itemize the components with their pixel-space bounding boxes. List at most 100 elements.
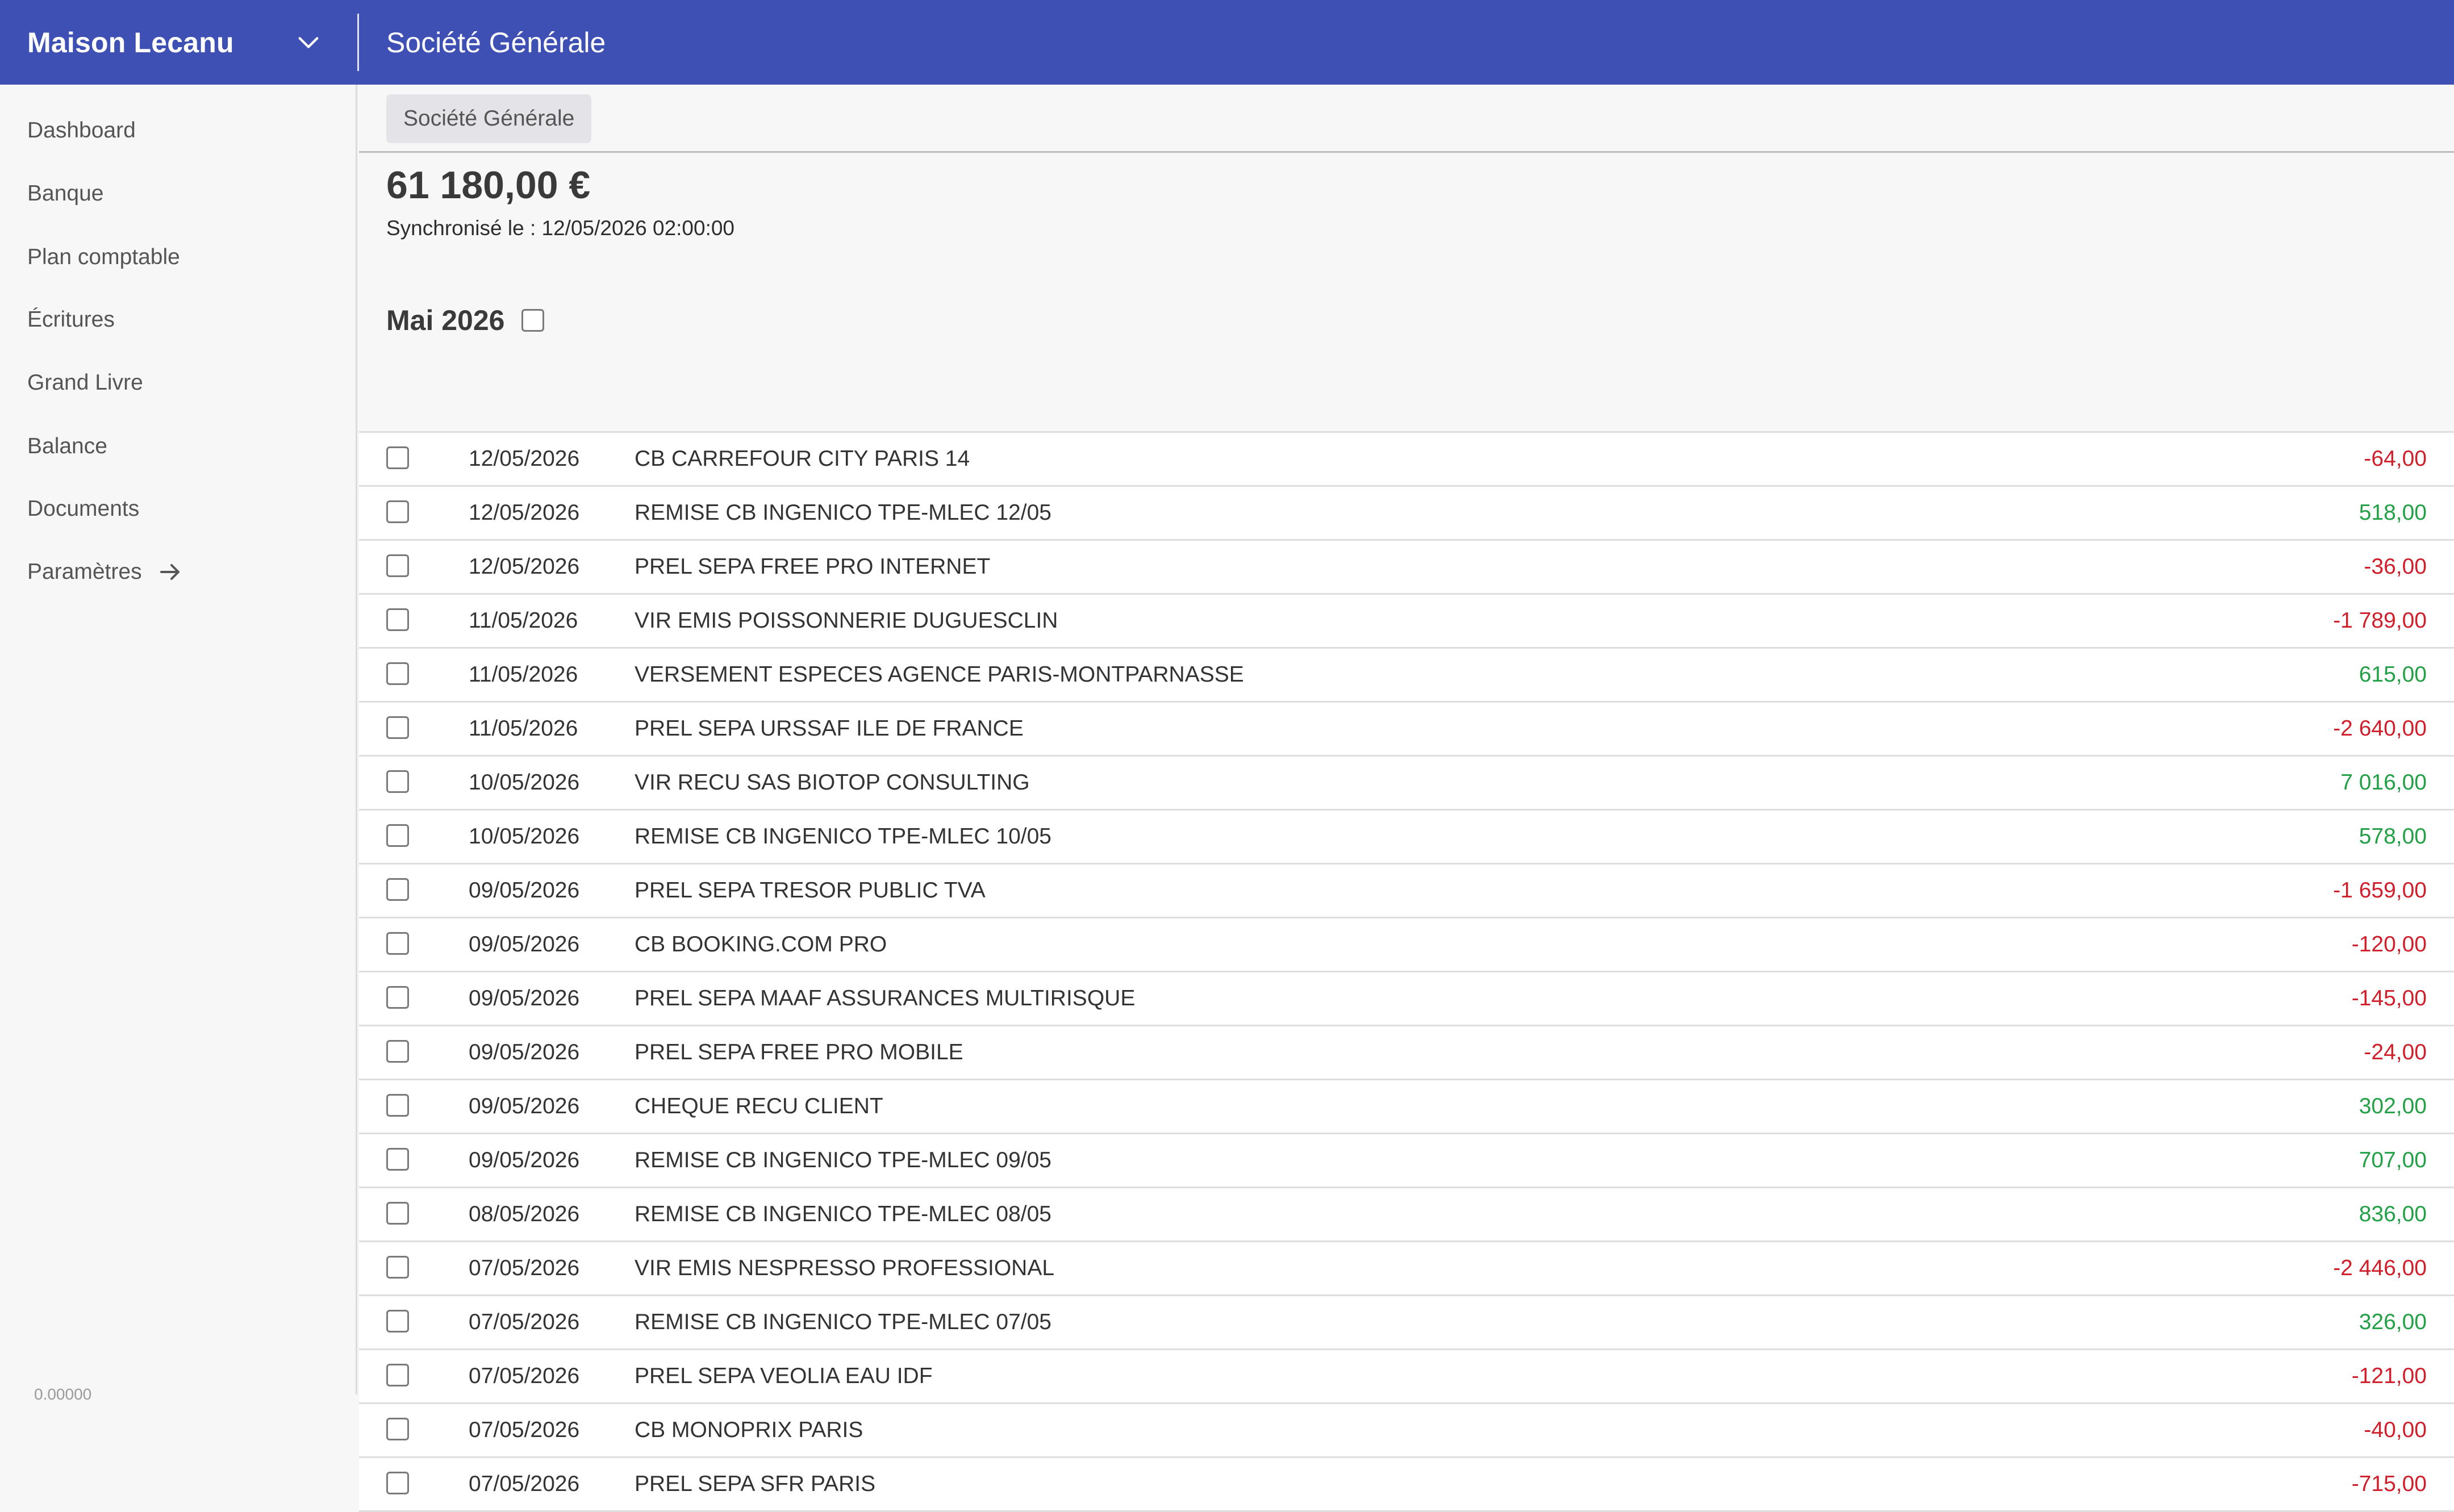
transaction-date: 07/05/2026	[469, 1364, 580, 1388]
transaction-label: PREL SEPA FREE PRO MOBILE	[635, 1040, 963, 1064]
transaction-checkbox[interactable]	[386, 1040, 409, 1063]
transaction-checkbox[interactable]	[386, 662, 409, 685]
transaction-row[interactable]: 09/05/2026 REMISE CB INGENICO TPE-MLEC 0…	[359, 1134, 2454, 1188]
transaction-row[interactable]: 11/05/2026 VIR EMIS POISSONNERIE DUGUESC…	[359, 595, 2454, 649]
sidebar-item-plan-comptable[interactable]: Plan comptable	[27, 235, 180, 280]
transaction-checkbox[interactable]	[386, 878, 409, 901]
sidebar-item-dashboard[interactable]: Dashboard	[27, 108, 136, 153]
transaction-label: VIR RECU SAS BIOTOP CONSULTING	[635, 770, 1030, 795]
transaction-row[interactable]: 09/05/2026 CB BOOKING.COM PRO -120,00	[359, 918, 2454, 972]
transaction-label: REMISE CB INGENICO TPE-MLEC 12/05	[635, 500, 1051, 525]
transaction-checkbox[interactable]	[386, 770, 409, 793]
transaction-checkbox[interactable]	[386, 500, 409, 523]
transaction-checkbox[interactable]	[386, 1094, 409, 1117]
transaction-row[interactable]: 07/05/2026 PREL SEPA VEOLIA EAU IDF -121…	[359, 1350, 2454, 1404]
transaction-amount: -2 446,00	[2333, 1256, 2427, 1280]
transaction-amount: -145,00	[2351, 986, 2427, 1010]
transaction-amount: -2 640,00	[2333, 716, 2427, 741]
transaction-row[interactable]: 10/05/2026 REMISE CB INGENICO TPE-MLEC 1…	[359, 811, 2454, 864]
tab-societe-generale[interactable]: Société Générale	[386, 94, 592, 143]
transaction-date: 11/05/2026	[469, 662, 578, 687]
transaction-row[interactable]: 09/05/2026 CHEQUE RECU CLIENT 302,00	[359, 1080, 2454, 1134]
sidebar-item-label: Paramètres	[27, 559, 142, 584]
transaction-label: CB BOOKING.COM PRO	[635, 932, 887, 957]
transaction-checkbox[interactable]	[386, 1256, 409, 1279]
transaction-date: 08/05/2026	[469, 1202, 580, 1226]
transaction-row[interactable]: 07/05/2026 PREL SEPA SFR PARIS -715,00	[359, 1458, 2454, 1512]
transaction-checkbox[interactable]	[386, 986, 409, 1009]
transaction-row[interactable]: 07/05/2026 VIR EMIS NESPRESSO PROFESSION…	[359, 1242, 2454, 1296]
transaction-label: REMISE CB INGENICO TPE-MLEC 09/05	[635, 1148, 1051, 1172]
transaction-date: 10/05/2026	[469, 770, 580, 795]
transaction-checkbox[interactable]	[386, 1472, 409, 1494]
month-group-header: Mai 2026	[386, 295, 545, 346]
transaction-label: CHEQUE RECU CLIENT	[635, 1094, 883, 1118]
transaction-checkbox[interactable]	[386, 932, 409, 955]
transaction-label: CB MONOPRIX PARIS	[635, 1418, 863, 1442]
transaction-row[interactable]: 12/05/2026 PREL SEPA FREE PRO INTERNET -…	[359, 541, 2454, 595]
transaction-checkbox[interactable]	[386, 1418, 409, 1440]
transaction-amount: 326,00	[2359, 1310, 2427, 1334]
transaction-amount: -120,00	[2351, 932, 2427, 957]
sidebar-item-label: Balance	[27, 434, 107, 458]
company-switcher[interactable]: Maison Lecanu	[0, 0, 357, 85]
chevron-down-icon[interactable]	[295, 30, 322, 56]
transaction-amount: -121,00	[2351, 1364, 2427, 1388]
sidebar-item-grand-livre[interactable]: Grand Livre	[27, 360, 143, 406]
transaction-date: 11/05/2026	[469, 608, 578, 633]
transaction-row[interactable]: 09/05/2026 PREL SEPA MAAF ASSURANCES MUL…	[359, 972, 2454, 1026]
transaction-checkbox[interactable]	[386, 1364, 409, 1386]
transaction-row[interactable]: 11/05/2026 VERSEMENT ESPECES AGENCE PARI…	[359, 649, 2454, 703]
transaction-date: 07/05/2026	[469, 1256, 580, 1280]
transaction-label: CB CARREFOUR CITY PARIS 14	[635, 446, 970, 471]
header-divider	[357, 14, 359, 71]
transaction-label: REMISE CB INGENICO TPE-MLEC 07/05	[635, 1310, 1051, 1334]
transaction-label: PREL SEPA FREE PRO INTERNET	[635, 554, 991, 579]
transaction-label: PREL SEPA MAAF ASSURANCES MULTIRISQUE	[635, 986, 1136, 1010]
transaction-amount: -1 659,00	[2333, 878, 2427, 903]
transaction-label: VIR EMIS NESPRESSO PROFESSIONAL	[635, 1256, 1055, 1280]
transaction-checkbox[interactable]	[386, 608, 409, 631]
sidebar-item-banque[interactable]: Banque	[27, 171, 103, 216]
sidebar-item-label: Dashboard	[27, 118, 136, 143]
transaction-label: REMISE CB INGENICO TPE-MLEC 10/05	[635, 824, 1051, 849]
sidebar-item-ecritures[interactable]: Écritures	[27, 297, 115, 343]
transaction-date: 12/05/2026	[469, 446, 580, 471]
transaction-row[interactable]: 08/05/2026 REMISE CB INGENICO TPE-MLEC 0…	[359, 1188, 2454, 1242]
transaction-row[interactable]: 12/05/2026 CB CARREFOUR CITY PARIS 14 -6…	[359, 433, 2454, 487]
transaction-date: 12/05/2026	[469, 500, 580, 525]
transaction-checkbox[interactable]	[386, 1202, 409, 1225]
transaction-checkbox[interactable]	[386, 1148, 409, 1171]
transaction-date: 09/05/2026	[469, 986, 580, 1010]
select-month-checkbox[interactable]	[521, 309, 545, 332]
arrow-right-icon	[160, 564, 180, 580]
transaction-row[interactable]: 09/05/2026 PREL SEPA FREE PRO MOBILE -24…	[359, 1026, 2454, 1080]
transaction-row[interactable]: 07/05/2026 REMISE CB INGENICO TPE-MLEC 0…	[359, 1296, 2454, 1350]
transaction-date: 09/05/2026	[469, 878, 580, 903]
account-tabs: Société Générale	[359, 85, 2454, 153]
transaction-row[interactable]: 10/05/2026 VIR RECU SAS BIOTOP CONSULTIN…	[359, 757, 2454, 811]
transaction-amount: 615,00	[2359, 662, 2427, 687]
sidebar: Dashboard Banque Plan comptable Écriture…	[0, 85, 357, 1403]
sidebar-item-label: Plan comptable	[27, 245, 180, 269]
transaction-checkbox[interactable]	[386, 446, 409, 469]
transaction-amount: 707,00	[2359, 1148, 2427, 1172]
transaction-row[interactable]: 09/05/2026 PREL SEPA TRESOR PUBLIC TVA -…	[359, 864, 2454, 918]
transaction-label: PREL SEPA SFR PARIS	[635, 1472, 876, 1496]
transaction-row[interactable]: 07/05/2026 CB MONOPRIX PARIS -40,00	[359, 1404, 2454, 1458]
company-name: Maison Lecanu	[27, 26, 234, 59]
transaction-checkbox[interactable]	[386, 1310, 409, 1333]
transaction-checkbox[interactable]	[386, 716, 409, 739]
sidebar-item-documents[interactable]: Documents	[27, 486, 139, 532]
transaction-checkbox[interactable]	[386, 824, 409, 847]
transaction-amount: -36,00	[2364, 554, 2427, 579]
transaction-amount: 7 016,00	[2340, 770, 2427, 795]
sidebar-item-parametres[interactable]: Paramètres	[27, 549, 184, 595]
transaction-amount: 578,00	[2359, 824, 2427, 849]
transaction-label: VERSEMENT ESPECES AGENCE PARIS-MONTPARNA…	[635, 662, 1244, 687]
transaction-amount: -715,00	[2351, 1472, 2427, 1496]
transaction-row[interactable]: 11/05/2026 PREL SEPA URSSAF ILE DE FRANC…	[359, 703, 2454, 757]
transaction-row[interactable]: 12/05/2026 REMISE CB INGENICO TPE-MLEC 1…	[359, 487, 2454, 541]
sidebar-item-balance[interactable]: Balance	[27, 424, 107, 469]
transaction-checkbox[interactable]	[386, 554, 409, 577]
